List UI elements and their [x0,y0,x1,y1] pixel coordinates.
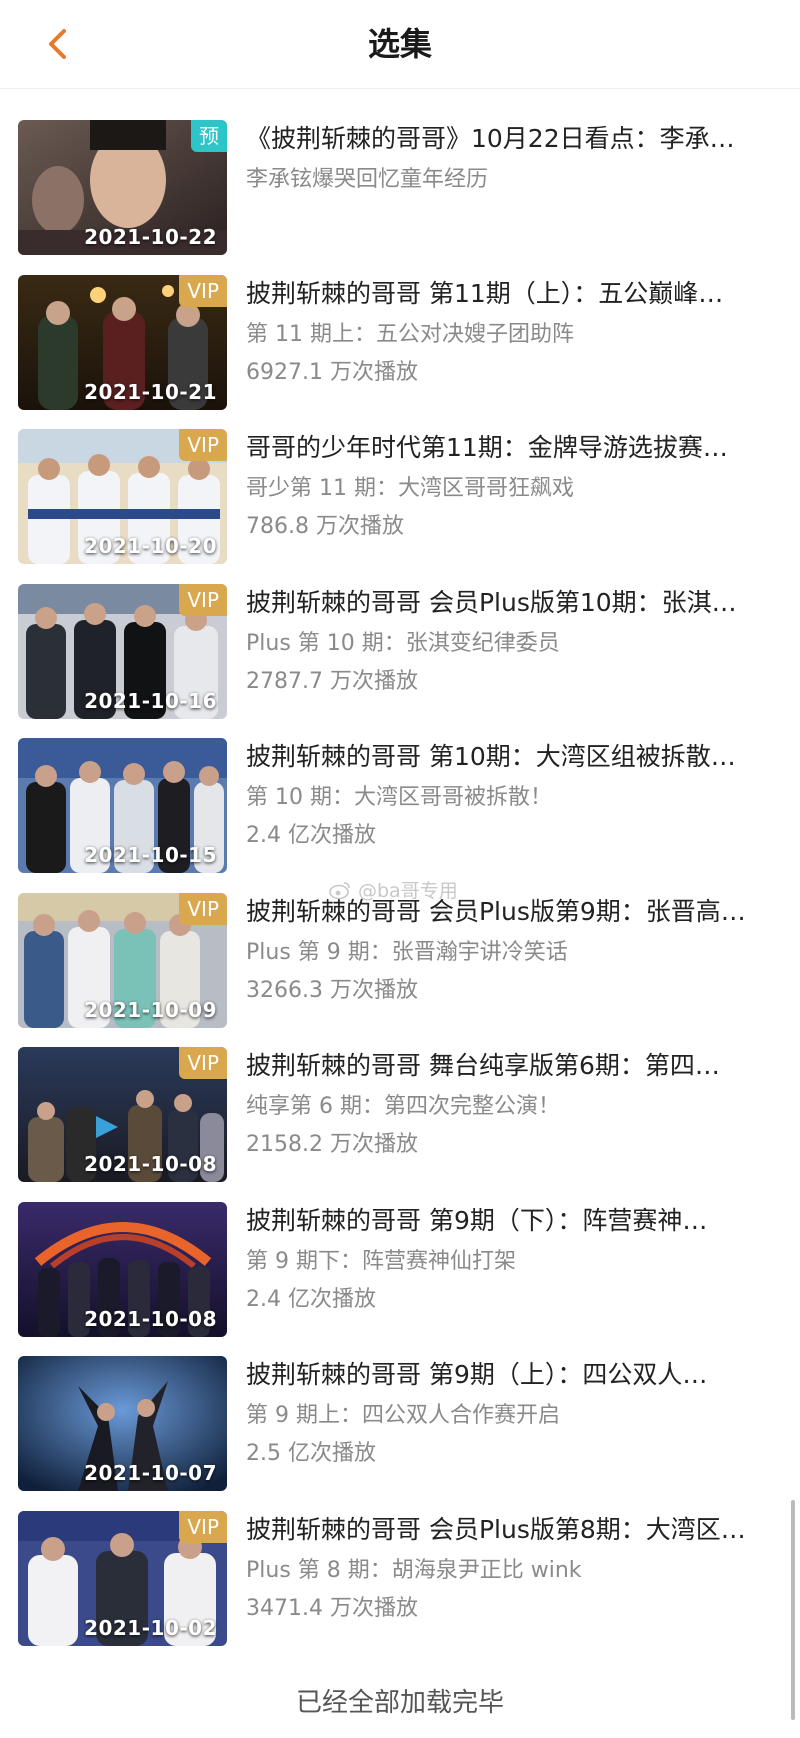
episode-title: 哥哥的少年时代第11期：金牌导游选拔赛… [246,433,728,462]
preview-badge: 预 [191,120,227,152]
play-count: 2787.7 万次播放 [246,668,418,694]
thumbnail-date: 2021-10-09 [84,997,217,1022]
thumbnail-date: 2021-10-21 [84,379,217,404]
episode-subtitle: Plus 第 10 期：张淇变纪律委员 [246,630,560,656]
play-count: 3471.4 万次播放 [246,1595,418,1621]
play-count: 2.4 亿次播放 [246,1286,376,1312]
episode-item[interactable]: 2021-10-07 披荆斩棘的哥哥 第9期（上）：四公双人… 第 9 期上：四… [0,1354,800,1509]
episode-item[interactable]: 2021-10-15 披荆斩棘的哥哥 第10期：大湾区组被拆散… 第 10 期：… [0,736,800,891]
episode-thumbnail: VIP 2021-10-21 [18,274,227,410]
page-title: 选集 [367,25,432,63]
episode-subtitle: 哥少第 11 期：大湾区哥哥狂飙戏 [246,476,574,501]
episode-info: 披荆斩棘的哥哥 会员Plus版第10期：张淇… Plus 第 10 期：张淇变纪… [246,582,786,700]
episode-subtitle: Plus 第 9 期：张晋瀚宇讲冷笑话 [246,939,568,965]
episode-title: 披荆斩棘的哥哥 会员Plus版第9期：张晋高… [246,896,746,926]
episode-title: 《披荆斩棘的哥哥》10月22日看点：李承… [246,124,735,153]
episode-thumbnail: VIP 2021-10-16 [18,583,227,719]
play-count: 6927.1 万次播放 [246,359,418,385]
vip-badge: VIP [179,274,227,307]
episode-thumbnail: VIP 2021-10-08 [18,1047,227,1182]
episode-title: 披荆斩棘的哥哥 舞台纯享版第6期：第四… [246,1051,720,1080]
episode-thumbnail: 2021-10-07 [18,1356,227,1491]
episode-item[interactable]: VIP 2021-10-08 披荆斩棘的哥哥 舞台纯享版第6期：第四… 纯享第 … [0,1045,800,1200]
thumbnail-date: 2021-10-22 [84,225,217,249]
end-of-list-text: 已经全部加载完毕 [295,1688,504,1718]
episode-info: 披荆斩棘的哥哥 第10期：大湾区组被拆散… 第 10 期：大湾区哥哥被拆散！ 2… [246,736,786,854]
episode-item[interactable]: VIP 2021-10-02 披荆斩棘的哥哥 会员Plus版第8期：大湾区… P… [0,1509,800,1664]
thumbnail-date: 2021-10-08 [84,1152,217,1176]
episode-info: 披荆斩棘的哥哥 第11期（上）：五公巅峰… 第 11 期上：五公对决嫂子团助阵 … [246,273,786,391]
episode-subtitle: 第 9 期上：四公双人合作赛开启 [246,1403,560,1428]
vip-badge: VIP [179,583,227,616]
episode-item[interactable]: VIP 2021-10-21 披荆斩棘的哥哥 第11期（上）：五公巅峰… 第 1… [0,273,800,428]
episode-info: 《披荆斩棘的哥哥》10月22日看点：李承… 李承铉爆哭回忆童年经历 [246,118,786,198]
episode-info: 披荆斩棘的哥哥 第9期（下）：阵营赛神… 第 9 期下：阵营赛神仙打架 2.4 … [246,1200,786,1318]
episode-list: 预 2021-10-22 《披荆斩棘的哥哥》10月22日看点：李承… 李承铉爆哭… [0,118,800,1663]
episode-subtitle: Plus 第 8 期：胡海泉尹正比 wink [246,1557,582,1583]
episode-thumbnail: VIP 2021-10-02 [18,1510,227,1646]
episode-select-page: 选集 预 2021-10-22 《披荆斩棘的哥哥》10月22日看点：李承… 李承… [0,0,800,1738]
play-count: 2.5 亿次播放 [246,1441,376,1466]
back-button[interactable] [36,22,80,66]
episode-info: 披荆斩棘的哥哥 舞台纯享版第6期：第四… 纯享第 6 期：第四次完整公演！ 21… [246,1045,786,1163]
episode-title: 披荆斩棘的哥哥 第9期（下）：阵营赛神… [246,1205,708,1235]
thumbnail-date: 2021-10-20 [84,534,217,558]
play-count: 786.8 万次播放 [246,514,404,539]
episode-thumbnail: VIP 2021-10-09 [18,892,227,1028]
episode-subtitle: 第 11 期上：五公对决嫂子团助阵 [246,321,574,347]
episode-thumbnail: VIP 2021-10-20 [18,429,227,564]
episode-info: 哥哥的少年时代第11期：金牌导游选拔赛… 哥少第 11 期：大湾区哥哥狂飙戏 7… [246,427,786,545]
episode-item[interactable]: VIP 2021-10-09 披荆斩棘的哥哥 会员Plus版第9期：张晋高… P… [0,891,800,1046]
vip-badge: VIP [179,1510,227,1543]
episode-thumbnail: 2021-10-15 [18,738,227,873]
episode-thumbnail: 预 2021-10-22 [18,120,227,255]
play-count: 3266.3 万次播放 [246,977,418,1003]
episode-title: 披荆斩棘的哥哥 会员Plus版第8期：大湾区… [246,1514,746,1544]
episode-info: 披荆斩棘的哥哥 会员Plus版第8期：大湾区… Plus 第 8 期：胡海泉尹正… [246,1509,786,1627]
episode-subtitle: 第 9 期下：阵营赛神仙打架 [246,1248,516,1274]
thumbnail-date: 2021-10-16 [84,688,217,713]
episode-info: 披荆斩棘的哥哥 第9期（上）：四公双人… 第 9 期上：四公双人合作赛开启 2.… [246,1354,786,1472]
header-bar: 选集 [0,0,800,89]
episode-title: 披荆斩棘的哥哥 第9期（上）：四公双人… [246,1360,708,1389]
thumbnail-date: 2021-10-07 [84,1461,217,1485]
episode-item[interactable]: VIP 2021-10-20 哥哥的少年时代第11期：金牌导游选拔赛… 哥少第 … [0,427,800,582]
episode-item[interactable]: VIP 2021-10-16 披荆斩棘的哥哥 会员Plus版第10期：张淇… P… [0,582,800,737]
vip-badge: VIP [179,429,227,461]
episode-title: 披荆斩棘的哥哥 第11期（上）：五公巅峰… [246,278,724,308]
episode-info: 披荆斩棘的哥哥 会员Plus版第9期：张晋高… Plus 第 9 期：张晋瀚宇讲… [246,891,786,1009]
episode-title: 披荆斩棘的哥哥 第10期：大湾区组被拆散… [246,742,736,771]
vip-badge: VIP [179,892,227,925]
vip-badge: VIP [179,1047,227,1079]
episode-title: 披荆斩棘的哥哥 会员Plus版第10期：张淇… [246,587,737,617]
thumbnail-date: 2021-10-02 [84,1615,217,1640]
episode-item[interactable]: 预 2021-10-22 《披荆斩棘的哥哥》10月22日看点：李承… 李承铉爆哭… [0,118,800,273]
episode-item[interactable]: 2021-10-08 披荆斩棘的哥哥 第9期（下）：阵营赛神… 第 9 期下：阵… [0,1200,800,1355]
episode-subtitle: 纯享第 6 期：第四次完整公演！ [246,1094,560,1119]
episode-subtitle: 李承铉爆哭回忆童年经历 [246,167,489,192]
play-count: 2.4 亿次播放 [246,823,376,848]
thumbnail-date: 2021-10-08 [84,1306,217,1331]
chevron-left-icon [49,29,66,59]
episode-subtitle: 第 10 期：大湾区哥哥被拆散！ [246,785,552,810]
episode-thumbnail: 2021-10-08 [18,1201,227,1337]
play-count: 2158.2 万次播放 [246,1132,418,1157]
thumbnail-date: 2021-10-15 [84,843,217,867]
